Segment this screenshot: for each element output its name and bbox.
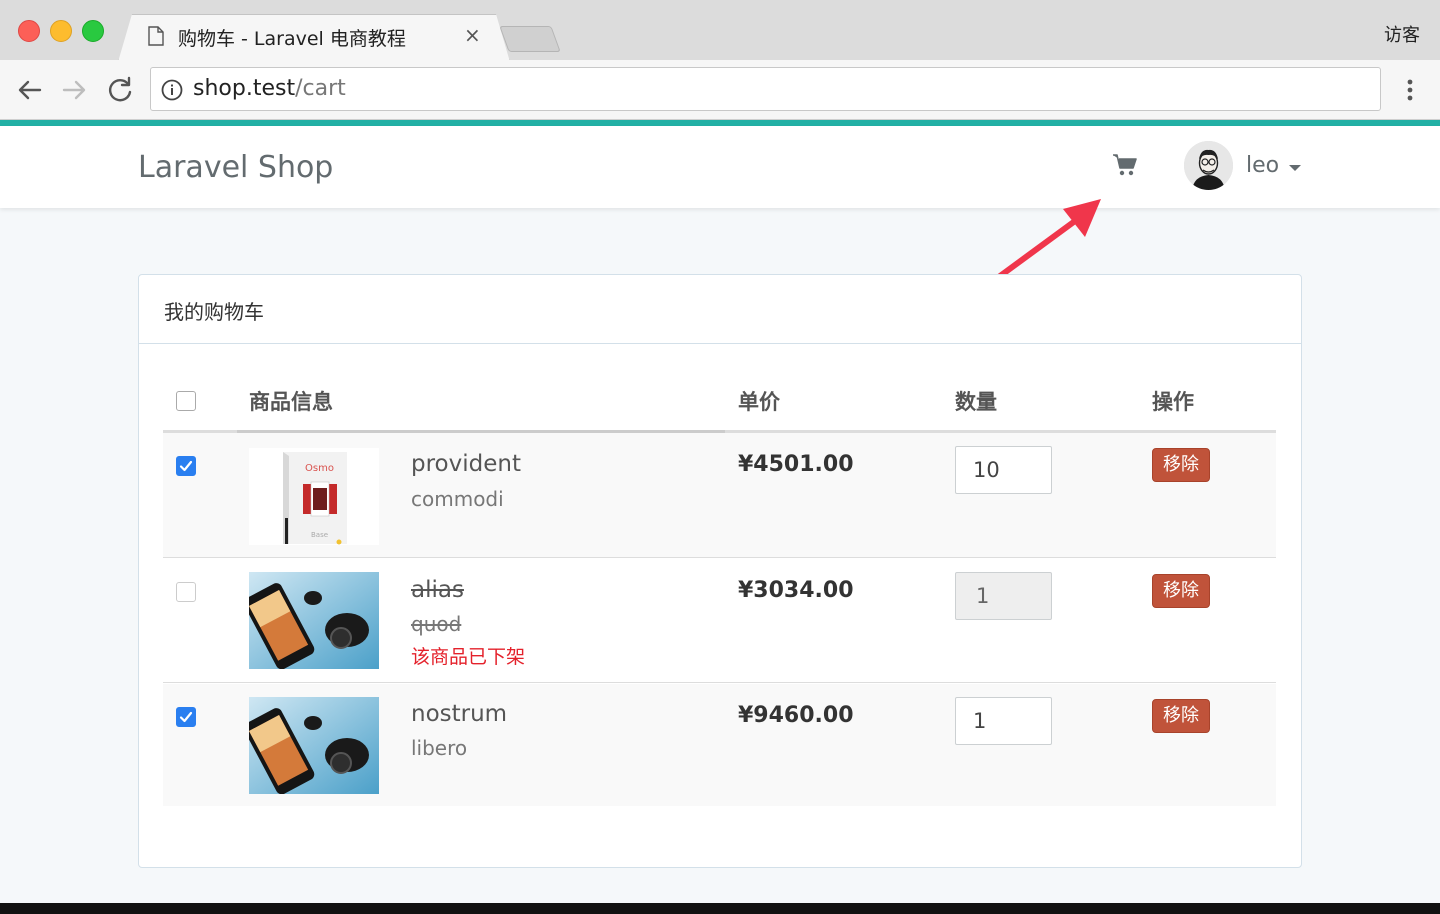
- tab-title: 购物车 - Laravel 电商教程: [178, 28, 406, 50]
- product-thumbnail[interactable]: [249, 697, 379, 794]
- off-shelf-notice: 该商品已下架: [411, 646, 526, 668]
- remove-button[interactable]: 移除: [1152, 448, 1210, 482]
- url-path: /cart: [295, 76, 346, 101]
- avatar-image: [1184, 141, 1233, 190]
- quantity-input[interactable]: 10: [955, 446, 1052, 494]
- url-text[interactable]: shop.test/cart: [193, 76, 346, 101]
- select-all-checkbox[interactable]: [176, 391, 196, 411]
- check-icon: [179, 460, 193, 472]
- chevron-down-icon[interactable]: [1289, 165, 1301, 171]
- window-zoom-button[interactable]: [82, 20, 104, 42]
- item-checkbox[interactable]: [176, 707, 196, 727]
- remove-button[interactable]: 移除: [1152, 699, 1210, 733]
- unit-price: ¥9460.00: [738, 703, 854, 728]
- product-title[interactable]: nostrum: [411, 701, 507, 727]
- shopping-cart-icon[interactable]: [1112, 153, 1138, 177]
- username-dropdown[interactable]: leo: [1246, 153, 1279, 178]
- remove-button[interactable]: 移除: [1152, 574, 1210, 608]
- product-image: Osmo Base: [249, 448, 379, 545]
- product-sku: quod: [411, 612, 462, 636]
- quantity-input[interactable]: 1: [955, 572, 1052, 620]
- product-image: [249, 697, 379, 794]
- unit-price: ¥3034.00: [738, 578, 854, 603]
- item-checkbox[interactable]: [176, 456, 196, 476]
- window-minimize-button[interactable]: [50, 20, 72, 42]
- tab-close-icon[interactable]: ×: [464, 24, 481, 46]
- window-close-button[interactable]: [18, 20, 40, 42]
- product-thumbnail[interactable]: [249, 572, 379, 669]
- item-checkbox[interactable]: [176, 582, 196, 602]
- quantity-input[interactable]: 1: [955, 697, 1052, 745]
- thumb-brand: Osmo: [305, 463, 334, 474]
- panel-title: 我的购物车: [164, 300, 264, 324]
- product-image: [249, 572, 379, 669]
- unit-price: ¥4501.00: [738, 452, 854, 477]
- panel-heading: [138, 274, 1302, 344]
- new-tab-button[interactable]: [499, 26, 561, 52]
- column-header-product: 商品信息: [249, 390, 333, 414]
- bottom-edge: [0, 903, 1440, 914]
- product-sku: libero: [411, 736, 468, 760]
- product-thumbnail[interactable]: Osmo Base: [249, 448, 379, 545]
- product-sku: commodi: [411, 487, 504, 511]
- product-title[interactable]: provident: [411, 451, 521, 477]
- profile-label[interactable]: 访客: [1384, 21, 1420, 47]
- forward-arrow-icon[interactable]: [58, 74, 90, 106]
- back-arrow-icon[interactable]: [14, 74, 46, 106]
- info-icon[interactable]: [161, 79, 183, 101]
- column-header-price: 单价: [738, 390, 780, 414]
- brand-link[interactable]: Laravel Shop: [138, 150, 333, 185]
- product-title[interactable]: alias: [411, 577, 464, 603]
- user-avatar[interactable]: [1184, 141, 1233, 190]
- column-header-quantity: 数量: [955, 390, 997, 414]
- check-icon: [179, 711, 193, 723]
- document-icon: [148, 26, 164, 46]
- column-header-action: 操作: [1152, 390, 1194, 414]
- url-host: shop.test: [193, 76, 296, 101]
- thumb-caption: Base: [311, 531, 328, 539]
- browser-menu-icon[interactable]: [1406, 78, 1414, 102]
- reload-icon[interactable]: [104, 74, 136, 106]
